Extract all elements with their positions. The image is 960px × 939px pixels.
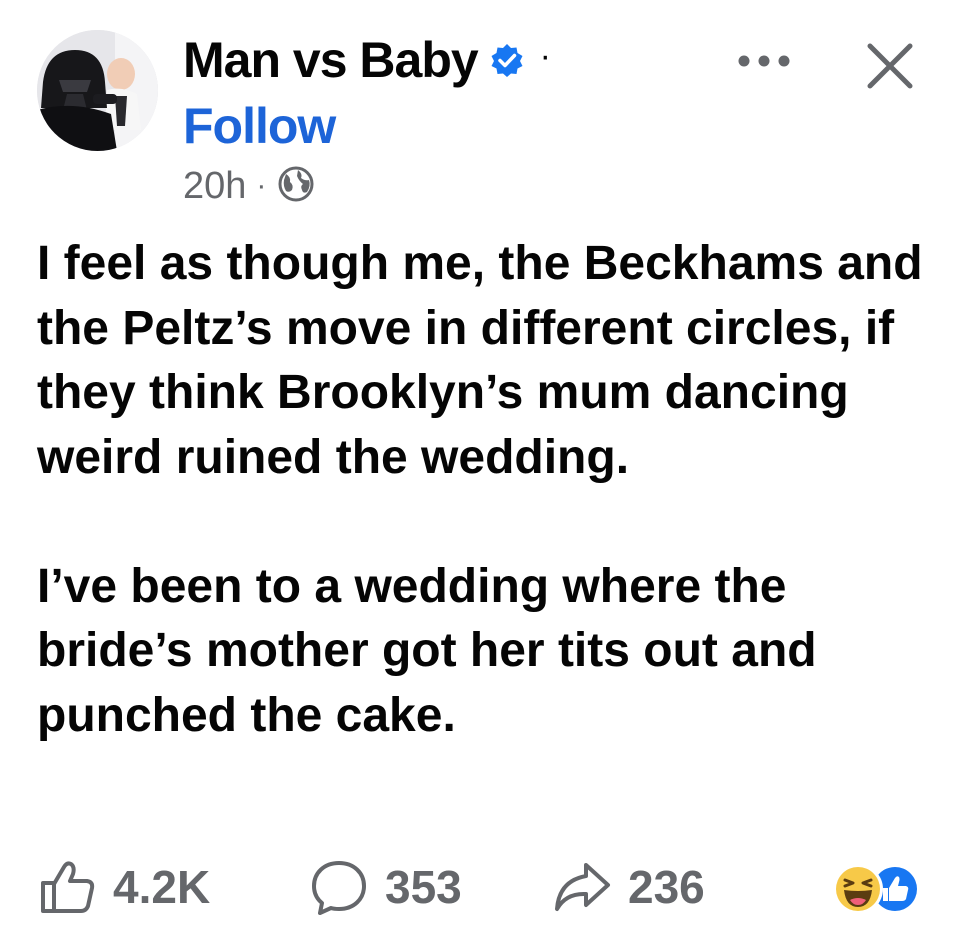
share-icon <box>552 857 612 917</box>
close-icon[interactable] <box>862 38 918 94</box>
like-icon <box>37 857 97 917</box>
post-paragraph: I feel as though me, the Beckhams and th… <box>37 237 923 484</box>
share-button[interactable]: 236 <box>552 855 705 919</box>
like-count: 4.2K <box>113 861 211 913</box>
facebook-post: Man vs Baby · Follow 20h · I feel as tho… <box>0 0 960 939</box>
share-count: 236 <box>628 861 705 913</box>
post-message: I feel as though me, the Beckhams and th… <box>37 232 937 748</box>
like-button[interactable]: 4.2K <box>37 855 210 919</box>
post-timestamp[interactable]: 20h <box>183 165 246 208</box>
post-paragraph: I’ve been to a wedding where the bride’s… <box>37 559 817 742</box>
page-name[interactable]: Man vs Baby <box>183 31 479 89</box>
verified-badge-icon <box>490 43 524 77</box>
comment-count: 353 <box>385 861 462 913</box>
meta-separator: · <box>256 169 267 202</box>
more-options-icon[interactable] <box>735 48 793 74</box>
globe-icon[interactable] <box>276 164 316 209</box>
follow-button[interactable]: Follow <box>183 97 336 155</box>
haha-reaction-icon <box>833 864 883 914</box>
post-actions: 4.2K 353 236 <box>37 855 937 919</box>
post-meta: 20h · <box>183 163 316 209</box>
page-avatar[interactable] <box>37 30 158 151</box>
reaction-summary[interactable] <box>823 855 927 919</box>
comment-button[interactable]: 353 <box>309 855 462 919</box>
comment-icon <box>309 857 369 917</box>
page-name-row: Man vs Baby · <box>183 28 551 92</box>
name-separator: · <box>539 36 551 75</box>
